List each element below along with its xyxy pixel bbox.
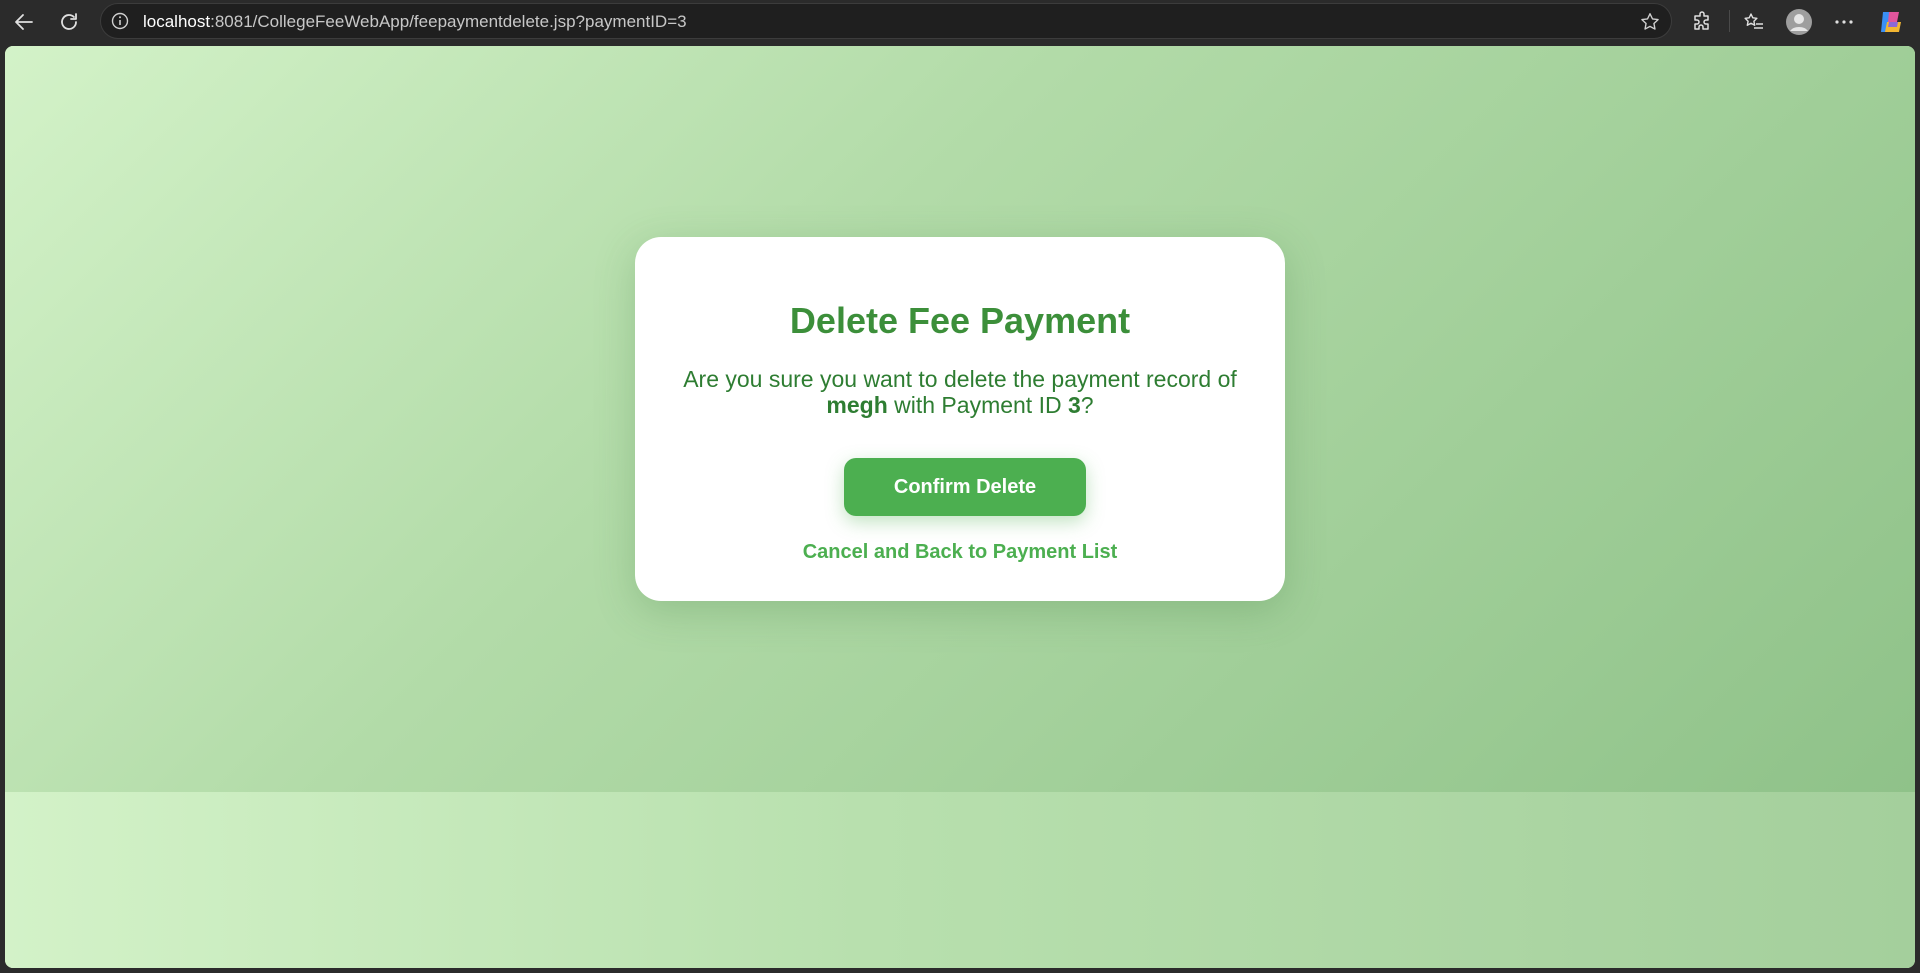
page-title: Delete Fee Payment [789, 300, 1131, 341]
student-name: megh [826, 392, 888, 418]
payment-id: 3 [1067, 392, 1081, 418]
cancel-back-link[interactable]: Cancel and Back to Payment List [635, 540, 1285, 564]
message-prefix: Are you sure you want to delete the paym… [683, 366, 1237, 392]
reload-icon [61, 13, 77, 30]
avatar-icon [1786, 9, 1812, 35]
url-host: localhost [143, 12, 211, 31]
url-path: :8081/CollegeFeeWebApp/feepaymentdelete.… [210, 12, 687, 31]
reload-button[interactable] [53, 6, 85, 38]
confirm-delete-button[interactable]: Confirm Delete [844, 458, 1086, 516]
url-text[interactable]: localhost:8081/CollegeFeeWebApp/feepayme… [143, 12, 687, 32]
back-arrow-icon [15, 14, 33, 30]
copilot-icon [1881, 12, 1901, 32]
address-bar[interactable]: localhost:8081/CollegeFeeWebApp/feepayme… [100, 3, 1672, 39]
message-suffix: ? [1080, 392, 1094, 418]
more-horizontal-icon [1835, 20, 1853, 24]
page-viewport: Delete Fee Payment Are you sure you want… [5, 46, 1915, 968]
favorite-star-icon[interactable] [1639, 11, 1661, 33]
copilot-button[interactable] [1875, 6, 1907, 38]
more-options-button[interactable] [1828, 6, 1860, 38]
confirmation-message: Are you sure you want to delete the paym… [675, 366, 1245, 418]
profile-button[interactable] [1783, 6, 1815, 38]
toolbar-separator [1729, 10, 1730, 32]
puzzle-icon [1694, 11, 1709, 30]
delete-confirmation-card: Delete Fee Payment Are you sure you want… [635, 237, 1285, 601]
favorites-button[interactable] [1738, 6, 1770, 38]
site-info-icon[interactable] [111, 12, 129, 30]
favorites-list-icon [1744, 13, 1763, 29]
message-middle: with Payment ID [887, 392, 1068, 418]
extensions-button[interactable] [1687, 6, 1719, 38]
page-background-lower [5, 792, 1915, 968]
browser-toolbar: localhost:8081/CollegeFeeWebApp/feepayme… [0, 0, 1920, 42]
back-button[interactable] [8, 6, 40, 38]
